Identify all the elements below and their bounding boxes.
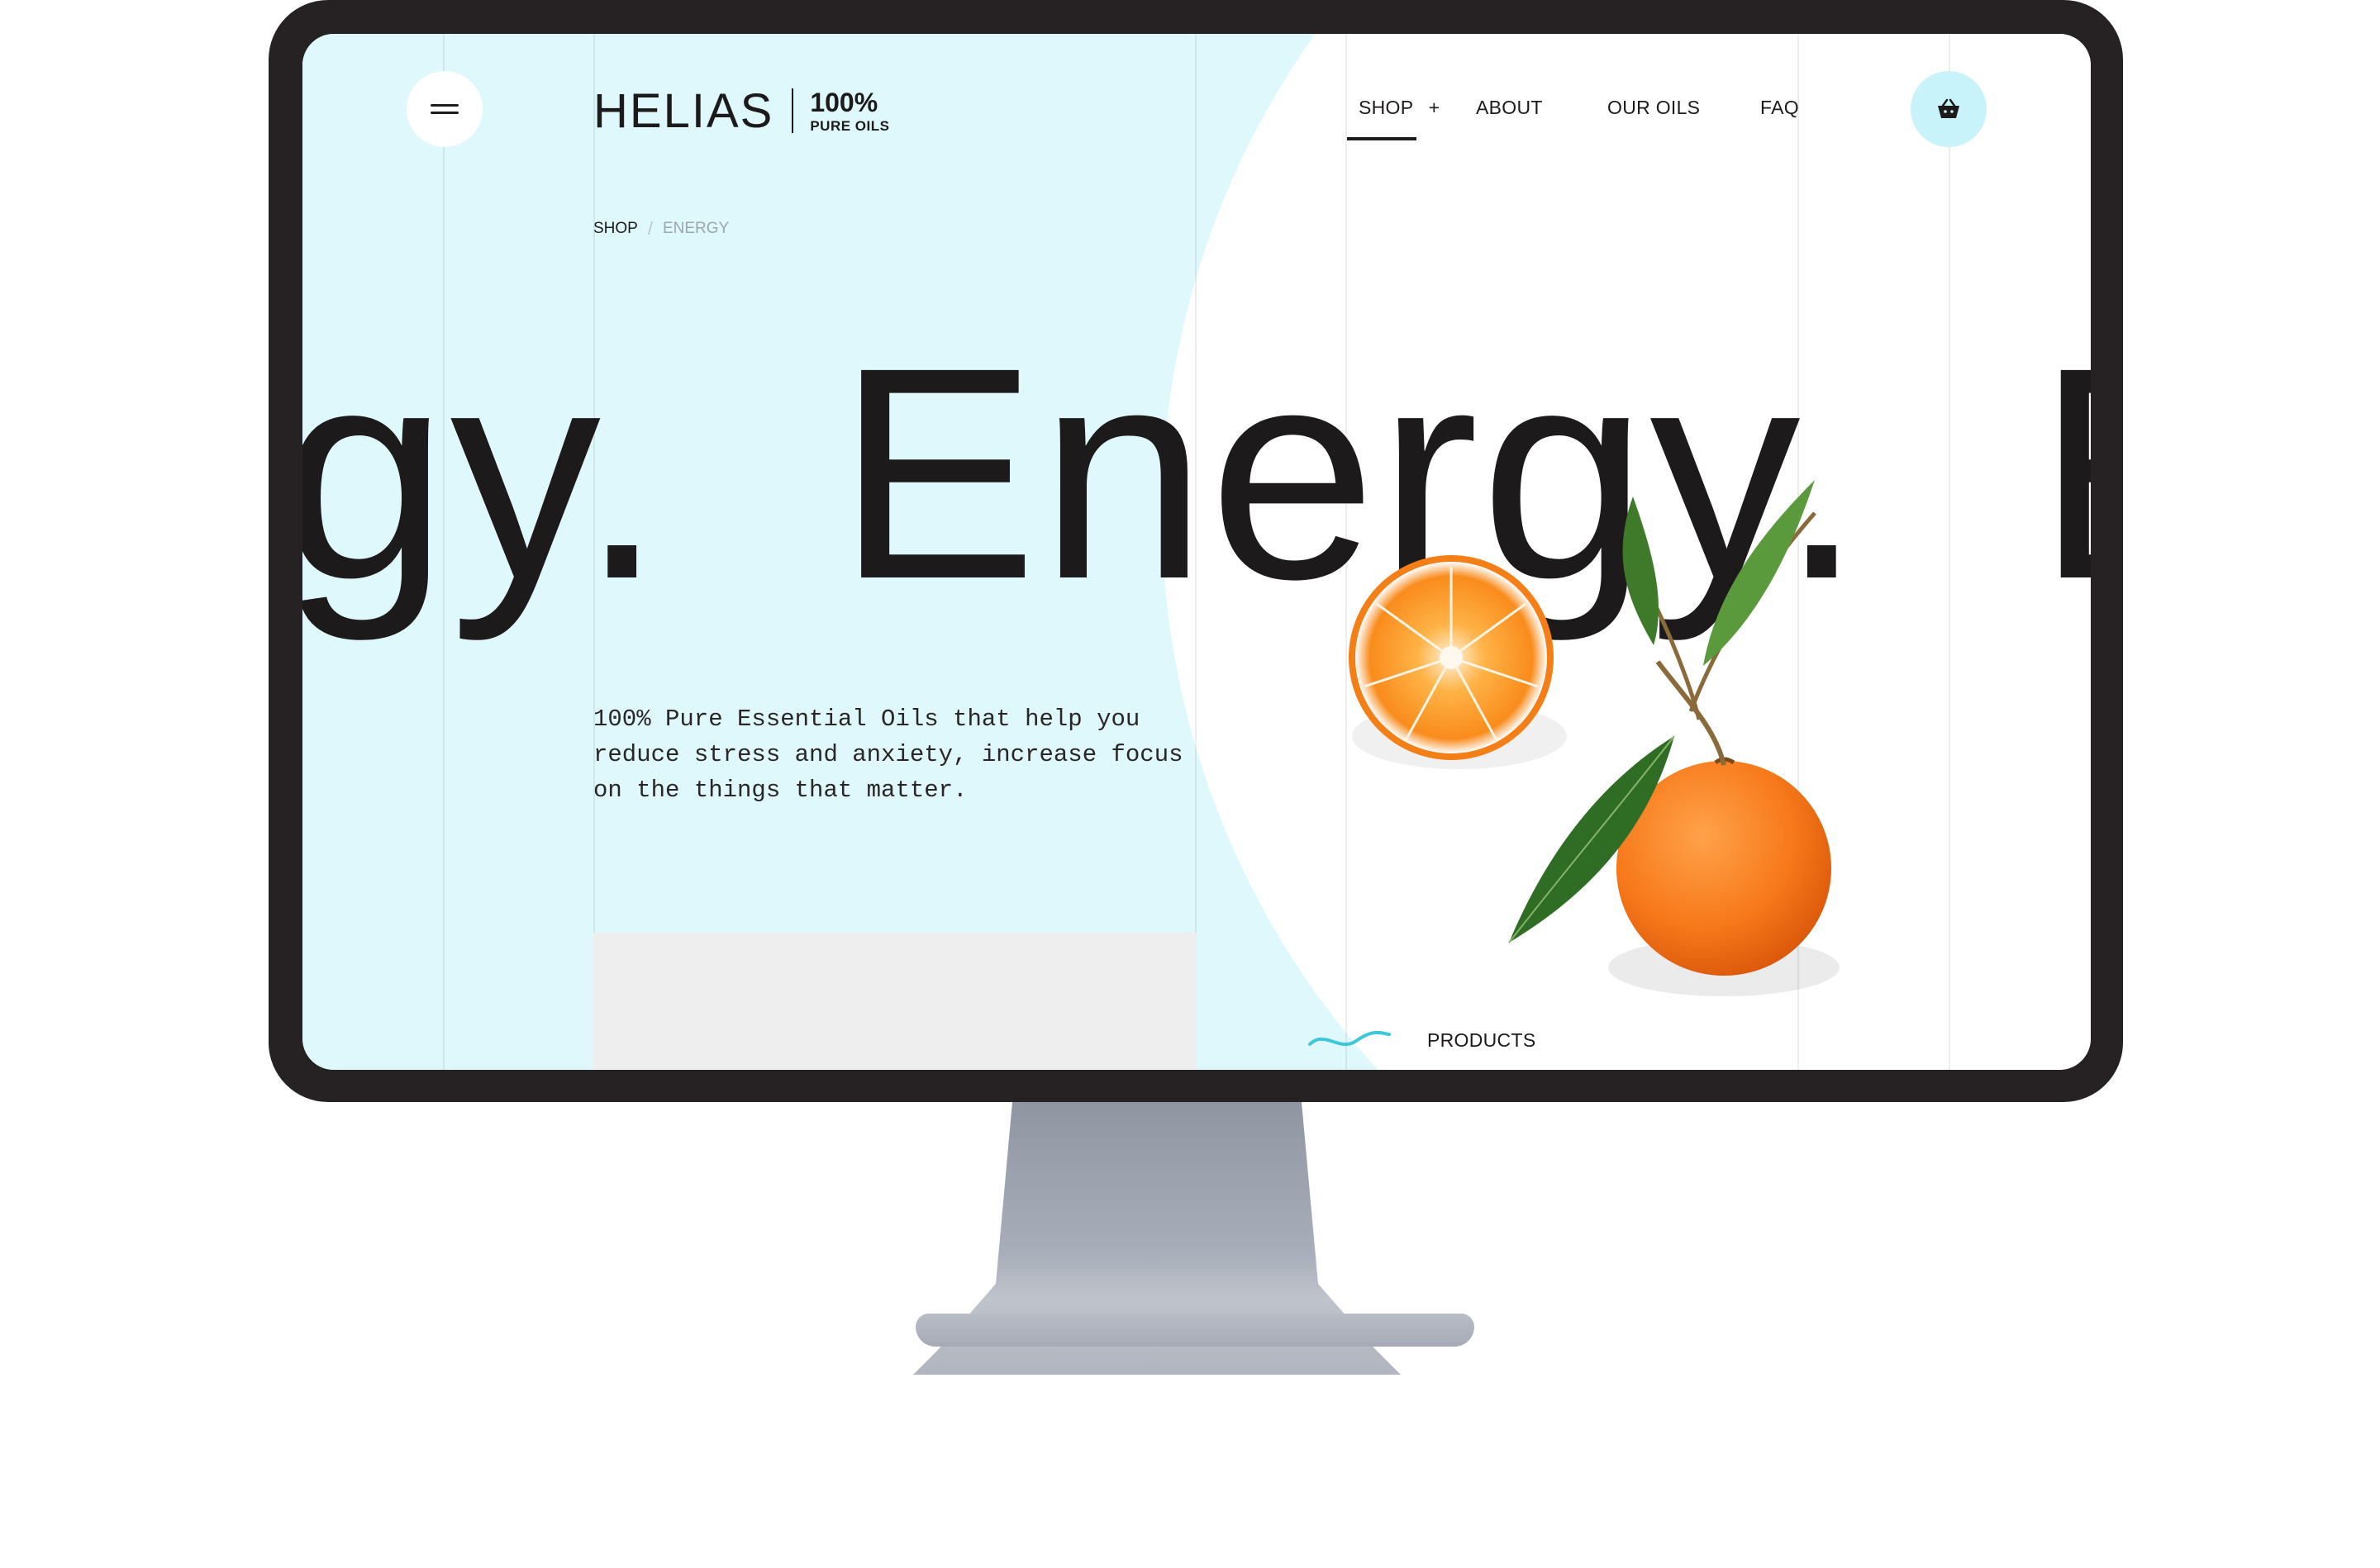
logo-divider [792, 88, 794, 133]
nav-active-indicator [1347, 137, 1416, 140]
badge-percent: 100% [810, 87, 878, 117]
brand-name: HELIAS [593, 83, 774, 138]
intro-text: 100% Pure Essential Oils that help you r… [593, 706, 1183, 804]
breadcrumb-shop[interactable]: SHOP [593, 220, 638, 238]
nav-item-label: OUR OILS [1607, 97, 1701, 118]
badge-subtitle: PURE OILS [810, 117, 890, 134]
screen: HELIAS 100% PURE OILS SHOP + ABOUT OUR O… [302, 34, 2091, 1070]
nav-item-about[interactable]: ABOUT [1476, 97, 1543, 119]
hamburger-icon [431, 102, 459, 116]
plus-icon: + [1428, 97, 1440, 118]
nav-item-label: ABOUT [1476, 97, 1543, 118]
product-image-placeholder [593, 933, 1197, 1070]
logo-badge: 100% PURE OILS [810, 89, 889, 133]
cart-button[interactable] [1911, 71, 1987, 147]
breadcrumb: SHOP / ENERGY [593, 218, 729, 240]
monitor-stand-base [916, 1314, 1474, 1347]
products-label: PRODUCTS [1427, 1029, 1536, 1051]
basket-icon [1938, 98, 1959, 118]
breadcrumb-current: ENERGY [662, 220, 730, 237]
mandarin-illustration [1349, 480, 1840, 996]
nav-item-our-oils[interactable]: OUR OILS [1607, 97, 1700, 119]
nav-item-faq[interactable]: FAQ [1760, 97, 1799, 119]
wave-icon [1308, 1030, 1391, 1047]
nav-item-label: SHOP [1359, 97, 1413, 118]
breadcrumb-separator: / [647, 218, 653, 239]
menu-button[interactable] [407, 71, 483, 147]
brand-logo[interactable]: HELIAS 100% PURE OILS [593, 82, 889, 140]
nav-item-shop[interactable]: SHOP + [1359, 97, 1440, 119]
nav-item-label: FAQ [1760, 97, 1799, 118]
products-link[interactable]: PRODUCTS [1308, 1028, 1535, 1052]
